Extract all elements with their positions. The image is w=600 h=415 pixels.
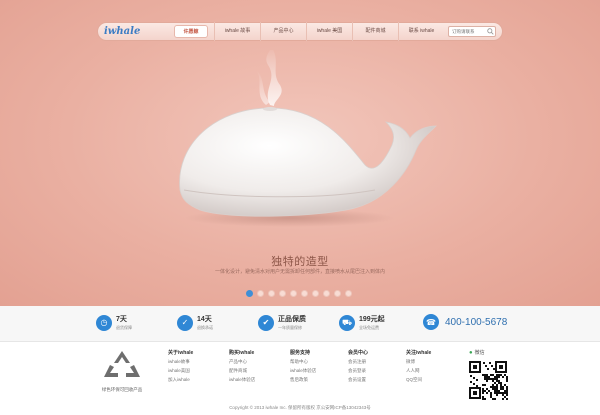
feature-text: 199元起全场免运费 xyxy=(359,314,385,331)
nav-item-3[interactable]: iwhale 美国 xyxy=(306,22,352,41)
feature-title: 正品保质 xyxy=(278,316,306,323)
footer-link[interactable]: iwhale美国 xyxy=(168,368,228,374)
footer-column: 关注iwhale 微博人人网 QQ空间 xyxy=(406,349,466,386)
nav-item-2[interactable]: 产品中心 xyxy=(260,22,306,41)
slide-dot[interactable] xyxy=(279,290,286,297)
footer-column: 购买iwhale 产品中心配件商城 iwhale体验店 xyxy=(229,349,289,386)
nav-item-5[interactable]: 联系 iwhale xyxy=(398,22,444,41)
service-features-bar: ☎ 400-100-5678 ◷ 7天 退货保障 ✓ 14天 退换承诺 ✔ 正品保质 一年质量保… xyxy=(0,306,600,342)
clock-icon: ◷ xyxy=(96,314,112,331)
slide-dot[interactable] xyxy=(312,290,319,297)
footer-column-heading: 服务支持 xyxy=(290,350,311,356)
feature-title: 7天 xyxy=(116,316,127,323)
feature-text: 7天退货保障 xyxy=(116,314,132,331)
footer-link[interactable]: 帮助中心 xyxy=(290,359,350,365)
phone-icon: ☎ xyxy=(423,314,439,330)
hotline: ☎ 400-100-5678 xyxy=(423,314,507,330)
logo[interactable]: iwhale xyxy=(104,23,156,40)
feature-text: 14天退换承诺 xyxy=(197,314,213,331)
cart-icon: ⛟ xyxy=(339,314,355,331)
feature-subtitle: 一年质量保修 xyxy=(278,325,302,330)
footer-link[interactable]: 产品中心 xyxy=(229,359,289,365)
qr-code xyxy=(468,360,508,400)
whale-humidifier-image xyxy=(179,50,437,227)
feature-subtitle: 全场免运费 xyxy=(359,325,379,330)
footer-column: 会员中心会员注册会员登录会员设置 xyxy=(348,349,408,386)
eco-label: 绿色环保可回收产品 xyxy=(101,387,143,392)
slide-dot[interactable] xyxy=(301,290,308,297)
footer-link[interactable]: 会员注册 xyxy=(348,359,408,365)
top-navbar: iwhale 许愿鲸 iwhale 故事 产品中心 iwhale 美国 配件商城 联系 i… xyxy=(97,22,503,41)
footer-link[interactable]: 微博 xyxy=(406,359,466,365)
footer-column-heading: 购买iwhale xyxy=(229,350,255,356)
footer-column: 关于iwhale iwhale故事 iwhale美国 加入iwhale xyxy=(168,349,228,386)
slide-indicators xyxy=(246,290,352,297)
wechat-label: ● 微信 xyxy=(469,349,485,357)
feature-item: ✔ 正品保质 一年质量保修 xyxy=(258,314,306,331)
feature-title: 199元起 xyxy=(359,316,385,323)
footer-link[interactable]: iwhale体验店 xyxy=(229,377,289,383)
slide-dot[interactable] xyxy=(345,290,352,297)
footer-column-heading: 关于iwhale xyxy=(168,350,194,356)
slide-dot[interactable] xyxy=(323,290,330,297)
hero-banner: iwhale 许愿鲸 iwhale 故事 产品中心 iwhale 美国 配件商城 联系 i… xyxy=(0,0,600,306)
slide-dot[interactable] xyxy=(268,290,275,297)
hero-slogan: 独特的造型 xyxy=(271,256,329,268)
hotline-number: 400-100-5678 xyxy=(445,316,508,328)
footer-link[interactable]: QQ空间 xyxy=(406,377,466,383)
wechat-text: 微信 xyxy=(474,350,485,356)
footer-link[interactable]: 售后政策 xyxy=(290,377,350,383)
slide-dot[interactable] xyxy=(290,290,297,297)
feature-item: ✓ 14天 退换承诺 xyxy=(177,314,213,331)
footer-column: 服务支持帮助中心 iwhale体验店 售后政策 xyxy=(290,349,350,386)
recycle-icon xyxy=(104,351,140,377)
feature-title: 14天 xyxy=(197,316,212,323)
nav-item-0[interactable]: 许愿鲸 xyxy=(174,25,208,38)
feature-text: 正品保质一年质量保修 xyxy=(278,314,306,331)
slide-dot[interactable] xyxy=(246,290,253,297)
nav-item-1[interactable]: iwhale 故事 xyxy=(214,22,260,41)
footer-column-heading: 关注iwhale xyxy=(406,350,432,356)
search-icon[interactable] xyxy=(487,28,494,35)
footer-link[interactable]: 配件商城 xyxy=(229,368,289,374)
feature-subtitle: 退货保障 xyxy=(116,325,132,330)
feature-item: ⛟ 199元起 全场免运费 xyxy=(339,314,385,331)
footer-link[interactable]: iwhale故事 xyxy=(168,359,228,365)
copyright: Copyright © 2013 iwhale Inc. 保留所有版权 京公安网… xyxy=(229,405,371,410)
feature-item: ◷ 7天 退货保障 xyxy=(96,314,132,331)
tag-icon: ✓ xyxy=(177,314,193,331)
nav-item-4[interactable]: 配件商城 xyxy=(352,22,398,41)
footer-link[interactable]: 会员设置 xyxy=(348,377,408,383)
footer-column-heading: 会员中心 xyxy=(348,350,369,356)
footer-link[interactable]: iwhale体验店 xyxy=(290,368,350,374)
footer-link[interactable]: 人人网 xyxy=(406,368,466,374)
footer-link[interactable]: 加入iwhale xyxy=(168,377,228,383)
slide-dot[interactable] xyxy=(257,290,264,297)
slide-dot[interactable] xyxy=(334,290,341,297)
hero-subline: 一体化设计，避免清水对用户无需拆卸任何部件，直接喷水从尾巴注入到体内 xyxy=(214,269,385,275)
shield-icon: ✔ xyxy=(258,314,274,331)
wechat-icon: ● xyxy=(469,349,473,356)
footer-link[interactable]: 会员登录 xyxy=(348,368,408,374)
nav-menu: 许愿鲸 iwhale 故事 产品中心 iwhale 美国 配件商城 联系 iwhale xyxy=(168,22,444,41)
feature-subtitle: 退换承诺 xyxy=(197,325,213,330)
